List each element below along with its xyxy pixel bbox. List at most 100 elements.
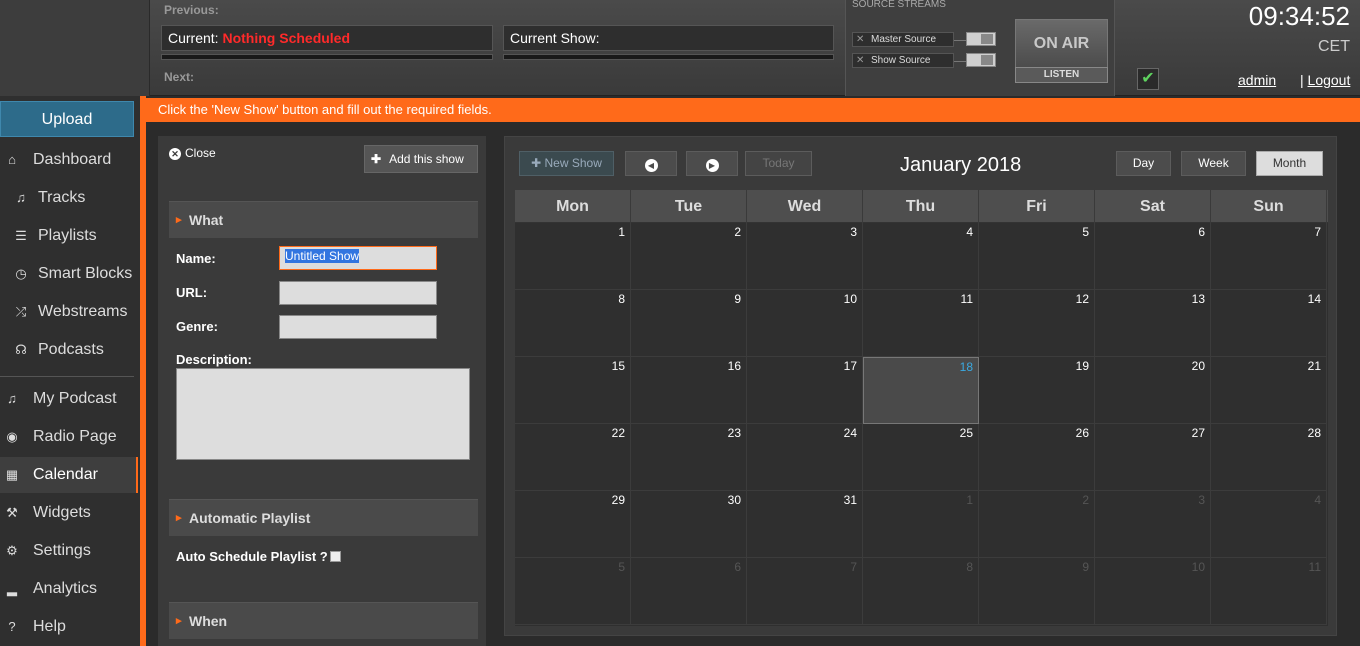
section-when[interactable]: When: [169, 602, 478, 640]
calendar-day-cell[interactable]: 21: [1211, 357, 1327, 424]
new-show-button[interactable]: ✚ New Show: [519, 151, 614, 176]
calendar-day-cell[interactable]: 7: [1211, 223, 1327, 290]
calendar-day-cell[interactable]: 8: [515, 290, 631, 357]
prev-month-button[interactable]: ◀: [625, 151, 677, 176]
calendar-day-cell[interactable]: 24: [747, 424, 863, 491]
current-show-progress: [503, 54, 834, 60]
sidebar-item-analytics[interactable]: ▂ Analytics: [0, 571, 138, 607]
calendar-day-cell[interactable]: 5: [979, 223, 1095, 290]
logo-area: [0, 0, 150, 96]
chevron-left-icon: ◀: [644, 159, 658, 172]
bar-chart-icon: ▂: [7, 581, 17, 596]
upload-button[interactable]: Upload: [0, 101, 134, 137]
calendar-day-cell[interactable]: 18: [863, 357, 979, 424]
current-label: Current:: [168, 30, 219, 46]
calendar-day-cell[interactable]: 12: [979, 290, 1095, 357]
headphones-icon: ☊: [15, 342, 27, 357]
sidebar-item-webstreams[interactable]: ⤮ Webstreams: [0, 294, 138, 330]
section-automatic-playlist[interactable]: Automatic Playlist: [169, 499, 478, 537]
sidebar-item-tracks[interactable]: ♫ Tracks: [0, 180, 138, 216]
calendar-day-cell[interactable]: 7: [747, 558, 863, 625]
calendar-day-cell[interactable]: 20: [1095, 357, 1211, 424]
current-show-label: Current Show:: [510, 30, 600, 46]
calendar-day-cell[interactable]: 15: [515, 357, 631, 424]
sidebar-item-radio-page[interactable]: ◉ Radio Page: [0, 419, 138, 455]
day-name-thu: Thu: [863, 190, 979, 223]
calendar-day-cell[interactable]: 2: [631, 223, 747, 290]
url-input[interactable]: [279, 281, 437, 305]
calendar-day-cell[interactable]: 10: [1095, 558, 1211, 625]
user-link[interactable]: admin: [1238, 72, 1276, 88]
calendar-day-cell[interactable]: 11: [1211, 558, 1327, 625]
close-icon[interactable]: ✕: [856, 33, 864, 46]
show-source-switch[interactable]: [966, 53, 996, 67]
sidebar-item-label: Webstreams: [38, 303, 128, 320]
view-month-button[interactable]: Month: [1256, 151, 1323, 176]
calendar-day-cell[interactable]: 1: [515, 223, 631, 290]
calendar-day-cell[interactable]: 5: [515, 558, 631, 625]
view-day-button[interactable]: Day: [1116, 151, 1171, 176]
close-button[interactable]: ✕ Close: [169, 146, 216, 160]
calendar-day-cell[interactable]: 3: [1095, 491, 1211, 558]
calendar-day-cell[interactable]: 16: [631, 357, 747, 424]
calendar-day-cell[interactable]: 13: [1095, 290, 1211, 357]
description-textarea[interactable]: [176, 368, 470, 460]
calendar-day-cell[interactable]: 25: [863, 424, 979, 491]
master-source-row[interactable]: ✕ Master Source: [852, 32, 954, 47]
section-what[interactable]: What: [169, 201, 478, 239]
calendar-day-cell[interactable]: 22: [515, 424, 631, 491]
calendar-day-cell[interactable]: 9: [631, 290, 747, 357]
sidebar-item-calendar[interactable]: ▦ Calendar: [0, 457, 138, 493]
check-icon[interactable]: ✔: [1137, 68, 1159, 90]
sidebar-item-dashboard[interactable]: ⌂ Dashboard: [0, 142, 138, 178]
sidebar-item-label: Dashboard: [33, 151, 112, 168]
calendar-day-cell[interactable]: 30: [631, 491, 747, 558]
genre-input[interactable]: [279, 315, 437, 339]
calendar-day-cell[interactable]: 17: [747, 357, 863, 424]
calendar-day-cell[interactable]: 29: [515, 491, 631, 558]
calendar-day-cell[interactable]: 1: [863, 491, 979, 558]
calendar-day-cell[interactable]: 11: [863, 290, 979, 357]
calendar-day-cell[interactable]: 19: [979, 357, 1095, 424]
sidebar-item-podcasts[interactable]: ☊ Podcasts: [0, 332, 138, 368]
auto-schedule-checkbox[interactable]: [329, 551, 341, 562]
sidebar-item-settings[interactable]: ⚙ Settings: [0, 533, 138, 569]
sidebar-item-widgets[interactable]: ⚒ Widgets: [0, 495, 138, 531]
calendar-day-cell[interactable]: 9: [979, 558, 1095, 625]
calendar-day-cell[interactable]: 4: [1211, 491, 1327, 558]
sidebar-item-label: Playlists: [38, 227, 97, 244]
sidebar-item-playlists[interactable]: ☰ Playlists: [0, 218, 138, 254]
show-source-row[interactable]: ✕ Show Source: [852, 53, 954, 68]
day-name-sun: Sun: [1211, 190, 1327, 223]
calendar-day-cell[interactable]: 3: [747, 223, 863, 290]
calendar-day-cell[interactable]: 4: [863, 223, 979, 290]
add-show-button[interactable]: ✚ Add this show: [364, 145, 478, 173]
logout-link[interactable]: | Logout: [1300, 72, 1350, 88]
calendar-day-cell[interactable]: 6: [1095, 223, 1211, 290]
today-button[interactable]: Today: [745, 151, 812, 176]
sidebar-item-help[interactable]: ? Help: [0, 609, 138, 645]
calendar-day-cell[interactable]: 23: [631, 424, 747, 491]
calendar-day-cell[interactable]: 31: [747, 491, 863, 558]
calendar-day-cell[interactable]: 10: [747, 290, 863, 357]
sidebar-divider: [0, 376, 134, 377]
listen-button[interactable]: LISTEN: [1015, 67, 1108, 83]
calendar-day-cell[interactable]: 28: [1211, 424, 1327, 491]
calendar-grid: 1 2 3 4 5 6 7 8 9 10 11 12 13 14 15 16 17 18 19 20 21 22 23 24 2…: [515, 223, 1328, 626]
sidebar-item-my-podcast[interactable]: ♫ My Podcast: [0, 381, 138, 417]
sidebar-item-label: Smart Blocks: [38, 265, 133, 282]
calendar-day-cell[interactable]: 27: [1095, 424, 1211, 491]
close-icon[interactable]: ✕: [856, 54, 864, 67]
logout-label[interactable]: Logout: [1308, 72, 1351, 88]
day-name-mon: Mon: [515, 190, 631, 223]
name-input[interactable]: Untitled Show: [279, 246, 437, 270]
sidebar-item-smart-blocks[interactable]: ◷ Smart Blocks: [0, 256, 138, 292]
next-month-button[interactable]: ▶: [686, 151, 738, 176]
calendar-day-cell[interactable]: 2: [979, 491, 1095, 558]
master-source-switch[interactable]: [966, 32, 996, 46]
calendar-day-cell[interactable]: 14: [1211, 290, 1327, 357]
view-week-button[interactable]: Week: [1181, 151, 1246, 176]
calendar-day-cell[interactable]: 8: [863, 558, 979, 625]
calendar-day-cell[interactable]: 6: [631, 558, 747, 625]
calendar-day-cell[interactable]: 26: [979, 424, 1095, 491]
